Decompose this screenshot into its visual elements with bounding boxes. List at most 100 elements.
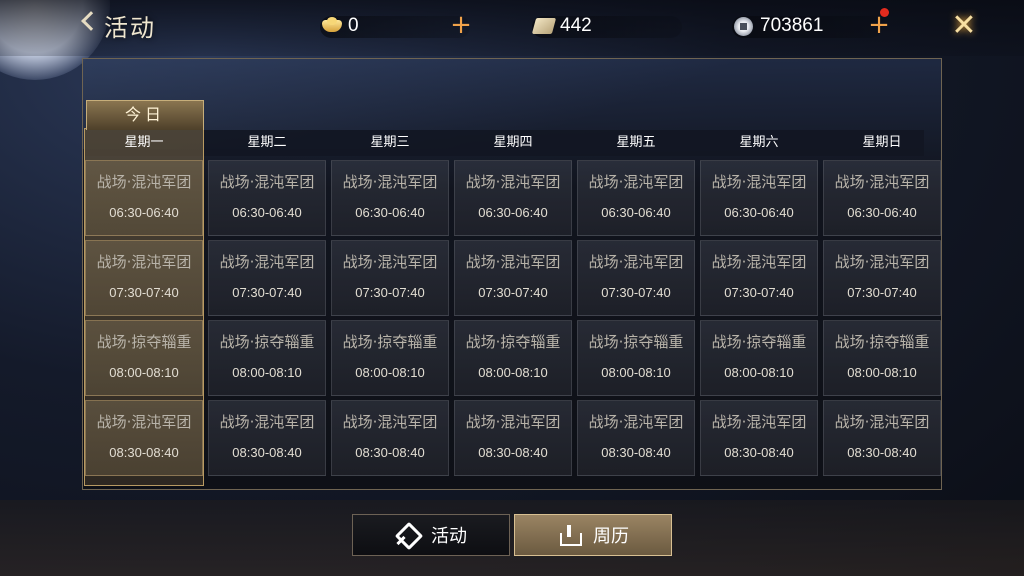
event-name: 战场·混沌军团: [342, 173, 438, 191]
event-cell[interactable]: 战场·掠夺辎重 08:00-08:10: [577, 320, 695, 396]
event-cell[interactable]: 战场·混沌军团 08:30-08:40: [823, 400, 941, 476]
event-cell[interactable]: 战场·混沌军团 06:30-06:40: [454, 160, 572, 236]
ingot-amount: 0: [348, 15, 359, 36]
event-name: 战场·混沌军团: [219, 253, 315, 271]
event-time: 07:30-07:40: [847, 285, 917, 300]
ingot-icon: [320, 16, 344, 36]
event-cell[interactable]: 战场·混沌军团 07:30-07:40: [331, 240, 449, 316]
event-time: 06:30-06:40: [478, 205, 548, 220]
notification-dot: [880, 8, 889, 17]
event-cell[interactable]: 战场·混沌军团 08:30-08:40: [700, 400, 818, 476]
event-time: 06:30-06:40: [232, 205, 302, 220]
tab-activity[interactable]: 活动: [352, 514, 510, 556]
event-name: 战场·混沌军团: [96, 173, 192, 191]
event-name: 战场·混沌军团: [465, 413, 561, 431]
event-cell[interactable]: 战场·掠夺辎重 08:00-08:10: [208, 320, 326, 396]
event-cell[interactable]: 战场·混沌军团 06:30-06:40: [331, 160, 449, 236]
event-time: 07:30-07:40: [109, 285, 179, 300]
day-header: 星期六: [739, 135, 779, 150]
event-name: 战场·混沌军团: [588, 253, 684, 271]
event-time: 08:30-08:40: [478, 445, 548, 460]
event-time: 08:00-08:10: [847, 365, 917, 380]
event-cell[interactable]: 战场·掠夺辎重 08:00-08:10: [700, 320, 818, 396]
event-cell[interactable]: 战场·掠夺辎重 08:00-08:10: [454, 320, 572, 396]
event-name: 战场·混沌军团: [342, 413, 438, 431]
event-cell[interactable]: 战场·混沌军团 07:30-07:40: [823, 240, 941, 316]
event-cell[interactable]: 战场·掠夺辎重 08:00-08:10: [85, 320, 203, 396]
event-cell[interactable]: 战场·混沌军团 06:30-06:40: [700, 160, 818, 236]
event-name: 战场·掠夺辎重: [219, 333, 315, 351]
event-time: 08:30-08:40: [355, 445, 425, 460]
event-cell[interactable]: 战场·混沌军团 06:30-06:40: [823, 160, 941, 236]
event-time: 08:00-08:10: [478, 365, 548, 380]
event-name: 战场·掠夺辎重: [711, 333, 807, 351]
add-coin-button[interactable]: +: [868, 12, 890, 38]
event-name: 战场·混沌军团: [834, 413, 930, 431]
event-time: 06:30-06:40: [601, 205, 671, 220]
day-header: 星期三: [370, 135, 410, 150]
scroll-amount: 442: [560, 15, 592, 36]
event-name: 战场·混沌军团: [834, 253, 930, 271]
event-time: 08:30-08:40: [601, 445, 671, 460]
event-cell[interactable]: 战场·混沌军团 06:30-06:40: [85, 160, 203, 236]
currency-coin: 703861: [732, 14, 882, 38]
day-header: 星期四: [493, 135, 533, 150]
event-name: 战场·混沌军团: [342, 253, 438, 271]
event-time: 06:30-06:40: [109, 205, 179, 220]
currency-scroll: 442: [532, 14, 682, 38]
event-name: 战场·混沌军团: [834, 173, 930, 191]
event-name: 战场·掠夺辎重: [834, 333, 930, 351]
event-name: 战场·掠夺辎重: [342, 333, 438, 351]
tab-weekly-calendar[interactable]: 周历: [514, 514, 672, 556]
event-name: 战场·混沌军团: [711, 413, 807, 431]
event-cell[interactable]: 战场·混沌军团 07:30-07:40: [577, 240, 695, 316]
flag-icon: [395, 523, 419, 547]
bottom-bar: [0, 500, 1024, 576]
add-ingot-button[interactable]: +: [450, 12, 472, 38]
close-button[interactable]: ✕: [944, 8, 984, 44]
today-tab: 今日: [86, 100, 204, 130]
event-time: 08:30-08:40: [847, 445, 917, 460]
event-cell[interactable]: 战场·混沌军团 06:30-06:40: [208, 160, 326, 236]
event-name: 战场·混沌军团: [465, 173, 561, 191]
calendar-icon: [557, 523, 582, 547]
event-cell[interactable]: 战场·混沌军团 08:30-08:40: [454, 400, 572, 476]
day-header: 星期日: [862, 135, 902, 150]
event-time: 06:30-06:40: [847, 205, 917, 220]
event-name: 战场·混沌军团: [96, 253, 192, 271]
event-name: 战场·混沌军团: [588, 413, 684, 431]
coin-icon: [732, 16, 756, 36]
event-cell[interactable]: 战场·混沌军团 07:30-07:40: [454, 240, 572, 316]
event-name: 战场·混沌军团: [219, 413, 315, 431]
event-name: 战场·混沌军团: [465, 253, 561, 271]
day-header: 星期五: [616, 135, 656, 150]
day-header: 星期一: [124, 135, 164, 150]
event-cell[interactable]: 战场·混沌军团 08:30-08:40: [331, 400, 449, 476]
tab-activity-label: 活动: [431, 526, 467, 547]
event-name: 战场·掠夺辎重: [96, 333, 192, 351]
event-time: 08:00-08:10: [601, 365, 671, 380]
day-header: 星期二: [247, 135, 287, 150]
event-time: 06:30-06:40: [724, 205, 794, 220]
event-cell[interactable]: 战场·混沌军团 06:30-06:40: [577, 160, 695, 236]
event-time: 07:30-07:40: [724, 285, 794, 300]
tab-weekly-calendar-label: 周历: [593, 526, 629, 547]
event-cell[interactable]: 战场·混沌军团 08:30-08:40: [577, 400, 695, 476]
event-name: 战场·混沌军团: [96, 413, 192, 431]
event-cell[interactable]: 战场·混沌军团 07:30-07:40: [208, 240, 326, 316]
event-time: 07:30-07:40: [355, 285, 425, 300]
event-time: 08:00-08:10: [109, 365, 179, 380]
event-cell[interactable]: 战场·混沌军团 07:30-07:40: [85, 240, 203, 316]
event-cell[interactable]: 战场·混沌军团 07:30-07:40: [700, 240, 818, 316]
event-name: 战场·混沌军团: [711, 173, 807, 191]
event-cell[interactable]: 战场·掠夺辎重 08:00-08:10: [331, 320, 449, 396]
event-name: 战场·混沌军团: [588, 173, 684, 191]
event-cell[interactable]: 战场·掠夺辎重 08:00-08:10: [823, 320, 941, 396]
event-cell[interactable]: 战场·混沌军团 08:30-08:40: [85, 400, 203, 476]
event-cell[interactable]: 战场·混沌军团 08:30-08:40: [208, 400, 326, 476]
scroll-icon: [532, 16, 556, 36]
event-time: 08:00-08:10: [355, 365, 425, 380]
event-time: 07:30-07:40: [232, 285, 302, 300]
event-name: 战场·混沌军团: [219, 173, 315, 191]
coin-amount: 703861: [760, 15, 824, 36]
